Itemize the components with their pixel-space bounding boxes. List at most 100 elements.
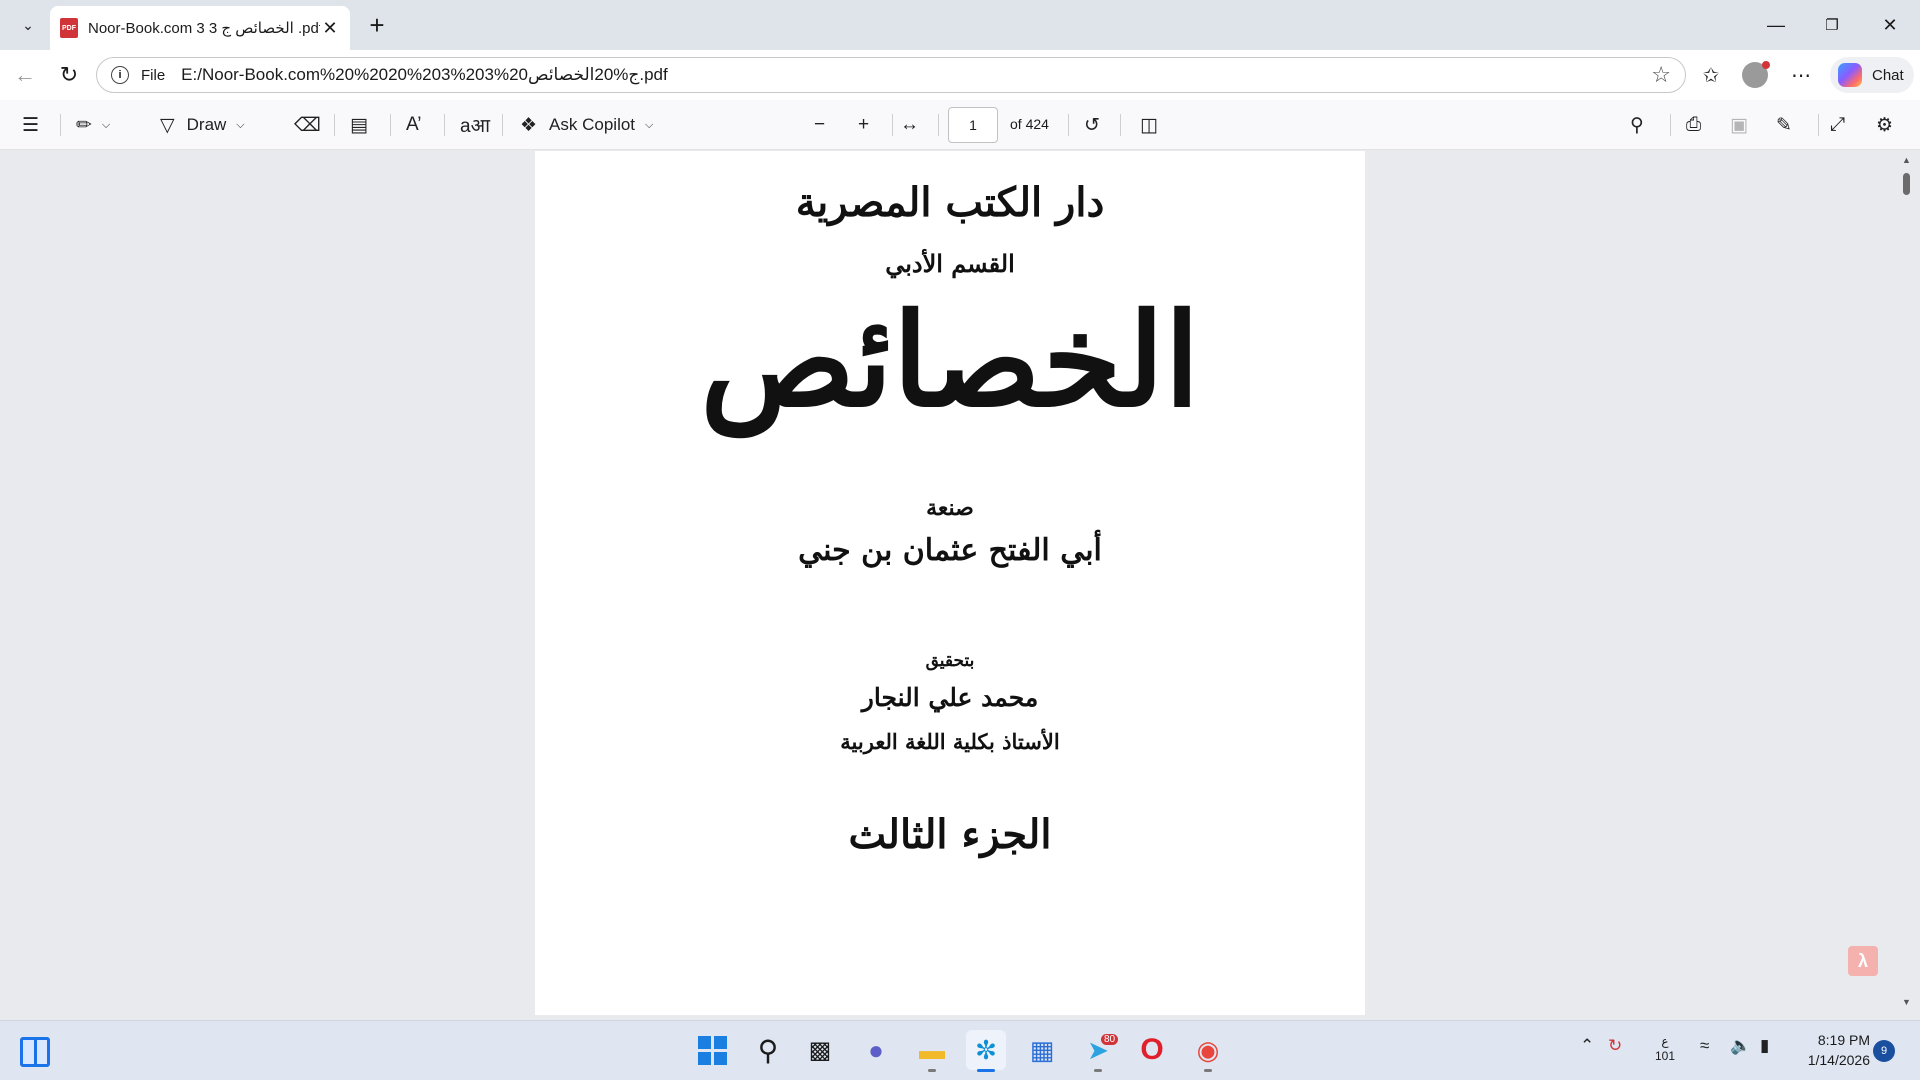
chrome-icon: ◉ <box>1196 1034 1220 1065</box>
read-aloud-button[interactable]: A’ <box>406 110 421 140</box>
toolbar-divider <box>60 114 61 136</box>
close-window-button[interactable]: ✕ <box>1862 0 1918 50</box>
ask-copilot-button[interactable]: ❖ Ask Copilot ⌵ <box>520 110 653 140</box>
section-label: القسم الأدبي <box>885 249 1015 278</box>
widgets-icon[interactable] <box>20 1037 50 1067</box>
new-tab-button[interactable]: + <box>360 8 394 42</box>
address-bar[interactable]: i File E:/Noor-Book.com%20%2020%203%203%… <box>96 57 1686 93</box>
acrobat-icon[interactable]: λ <box>1848 946 1878 976</box>
clock-date: 1/14/2026 <box>1807 1052 1870 1068</box>
toolbar-divider <box>1670 114 1671 136</box>
vertical-scrollbar[interactable]: ▲ ▼ <box>1897 151 1915 1015</box>
search-icon: ⚲ <box>757 1034 779 1066</box>
star-icon[interactable]: ☆ <box>1651 62 1671 88</box>
eraser-button[interactable]: ⌫ <box>294 110 321 140</box>
add-text-button[interactable]: ▤ <box>350 110 368 140</box>
wifi-icon[interactable]: ≈ <box>1700 1036 1709 1056</box>
save-as-icon: ✎ <box>1776 114 1792 136</box>
text-box-icon: ▤ <box>350 114 368 136</box>
more-button[interactable]: ⋯ <box>1784 58 1818 92</box>
opera-button[interactable]: O <box>1132 1030 1172 1070</box>
teams-icon: ● <box>868 1034 884 1065</box>
page-number-input[interactable]: 1 <box>948 107 998 143</box>
chat-label: Chat <box>1872 66 1904 84</box>
sync-icon[interactable]: ↻ <box>1608 1036 1622 1056</box>
scroll-down-icon[interactable]: ▼ <box>1902 997 1911 1007</box>
store-button[interactable]: ▦ <box>1022 1030 1062 1070</box>
settings-button[interactable]: ⚙ <box>1876 110 1893 140</box>
fit-width-icon: ↔ <box>900 114 919 135</box>
toolbar-divider <box>1120 114 1121 136</box>
notification-badge[interactable]: 9 <box>1873 1040 1895 1062</box>
editor-name: محمد علي النجار <box>861 683 1039 712</box>
scroll-up-icon[interactable]: ▲ <box>1902 155 1911 165</box>
pdf-icon: PDF <box>60 18 78 38</box>
minimize-button[interactable]: — <box>1748 0 1804 50</box>
refresh-button[interactable]: ↻ <box>52 58 86 92</box>
rotate-icon: ↺ <box>1084 114 1100 136</box>
zoom-in-icon: + <box>858 114 870 135</box>
draw-button[interactable]: ▽ Draw ⌵ <box>160 110 245 140</box>
chevron-down-icon[interactable]: ⌵ <box>236 119 244 132</box>
author-name: أبي الفتح عثمان بن جني <box>798 533 1102 568</box>
settings-icon: ⚙ <box>1876 114 1894 136</box>
zoom-in-button[interactable]: + <box>858 110 869 140</box>
toolbar-divider <box>1068 114 1069 136</box>
clock-time: 8:19 PM <box>1817 1032 1870 1048</box>
pdf-page: دار الكتب المصرية القسم الأدبي الخصائص ص… <box>535 151 1365 1015</box>
fullscreen-icon: ⤢ <box>1830 114 1846 135</box>
back-button[interactable]: ← <box>8 58 42 92</box>
windows-start-icon <box>697 1035 727 1065</box>
favorites-icon: ✩ <box>1702 64 1720 87</box>
chevron-down-icon[interactable]: ⌵ <box>102 119 110 132</box>
fit-width-button[interactable]: ↔ <box>900 110 919 140</box>
file-explorer-button[interactable]: ▬ <box>912 1030 952 1070</box>
read-aloud-icon: A’ <box>406 114 422 135</box>
opera-icon: O <box>1140 1033 1164 1066</box>
system-clock[interactable]: 8:19 PM 1/14/2026 <box>1790 1030 1870 1070</box>
copilot-icon: ❖ <box>520 114 538 136</box>
contents-button[interactable]: ☰ <box>22 110 39 140</box>
taskbar-search-button[interactable]: ⚲ <box>748 1030 788 1070</box>
page-view-button[interactable]: ◫ <box>1140 110 1158 140</box>
info-icon[interactable]: i <box>111 66 129 84</box>
tab-actions-menu-button[interactable]: ⌄ <box>10 8 46 42</box>
save-as-button[interactable]: ✎ <box>1776 110 1792 140</box>
battery-icon[interactable]: ▮ <box>1760 1036 1769 1056</box>
toolbar-divider <box>390 114 391 136</box>
volume-label: الجزء الثالث <box>848 811 1052 858</box>
teams-button[interactable]: ● <box>856 1030 896 1070</box>
edge-icon: ✼ <box>975 1034 997 1065</box>
save-icon: ▣ <box>1730 114 1748 136</box>
maximize-icon: ❐ <box>1825 17 1839 34</box>
active-tab[interactable]: PDF Noor-Book.com الخصائص ج 3 3 .pdf ✕ <box>50 6 350 50</box>
zoom-out-button[interactable]: − <box>814 110 825 140</box>
translate-button[interactable]: aआ <box>460 110 490 140</box>
save-button[interactable]: ▣ <box>1730 110 1748 140</box>
input-language-indicator[interactable]: ع 101 <box>1652 1034 1678 1064</box>
start-button[interactable] <box>692 1030 732 1070</box>
scrollbar-thumb[interactable] <box>1903 173 1910 195</box>
rotate-button[interactable]: ↺ <box>1084 110 1100 140</box>
ask-copilot-label: Ask Copilot <box>549 115 636 134</box>
show-hidden-icons-button[interactable]: ⌃ <box>1580 1036 1594 1056</box>
chevron-down-icon[interactable]: ⌵ <box>645 119 653 132</box>
favorites-button[interactable]: ✩ <box>1694 58 1728 92</box>
close-icon[interactable]: ✕ <box>320 18 340 39</box>
restore-button[interactable]: ❐ <box>1804 0 1860 50</box>
chevron-down-icon: ⌄ <box>22 16 34 33</box>
publisher-heading: دار الكتب المصرية <box>795 179 1105 226</box>
edge-button[interactable]: ✼ <box>966 1030 1006 1070</box>
fullscreen-button[interactable]: ⤢ <box>1830 110 1845 140</box>
volume-icon[interactable]: 🔈 <box>1730 1036 1751 1056</box>
copilot-chat-button[interactable]: Chat <box>1830 57 1914 93</box>
highlight-button[interactable]: ✏ ⌵ <box>76 110 110 140</box>
find-button[interactable]: ⚲ <box>1630 110 1644 140</box>
print-button[interactable]: ⎙ <box>1686 110 1701 140</box>
task-view-button[interactable]: ▩ <box>800 1030 840 1070</box>
copilot-icon <box>1838 63 1862 87</box>
chrome-button[interactable]: ◉ <box>1188 1030 1228 1070</box>
url-text[interactable]: E:/Noor-Book.com%20%2020%203%203%20ج%20ا… <box>181 65 1651 85</box>
language-script: ع <box>1661 1034 1669 1048</box>
toolbar-divider <box>502 114 503 136</box>
